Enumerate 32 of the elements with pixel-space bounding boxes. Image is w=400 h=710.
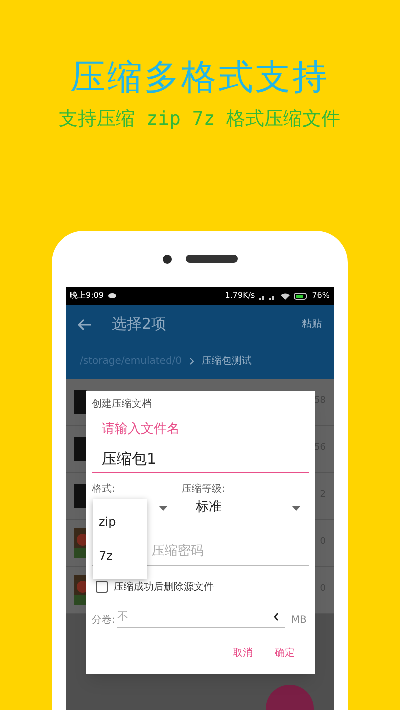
speaker-icon <box>186 255 238 263</box>
chevron-left-icon <box>274 612 280 621</box>
level-label: 压缩等级: <box>182 483 226 496</box>
headline: 压缩多格式支持 <box>70 57 330 100</box>
split-label: 分卷: <box>92 614 116 628</box>
delete-source-checkbox[interactable] <box>96 581 108 593</box>
camera-icon <box>162 254 172 264</box>
network-speed: 1.79K/s <box>225 290 256 302</box>
battery-level: 76% <box>312 290 330 302</box>
back-arrow-icon[interactable] <box>78 318 92 330</box>
subheadline: 支持压缩 zip 7z 格式压缩文件 <box>59 107 341 131</box>
dialog-button[interactable]: 取消 <box>233 646 253 661</box>
wifi-icon <box>281 292 290 300</box>
delete-source-label: 压缩成功后删除源文件 <box>114 580 214 594</box>
split-unit: MB <box>291 614 307 628</box>
dropdown-arrow-icon <box>159 506 168 510</box>
level-dropdown[interactable]: 标准 <box>182 498 309 518</box>
format-option[interactable]: zip <box>93 505 147 539</box>
chevron-right-icon <box>190 358 194 365</box>
format-label: 格式: <box>92 483 116 496</box>
dialog-title: 创建压缩文档 <box>92 398 153 412</box>
paste-action[interactable]: 粘贴 <box>302 317 322 332</box>
name-label: 请输入文件名 <box>102 421 181 439</box>
dropdown-arrow-icon <box>292 506 301 510</box>
breadcrumb-item[interactable]: 压缩包测试 <box>202 354 252 369</box>
split-field[interactable]: 不 <box>117 608 286 628</box>
battery-icon <box>294 292 308 300</box>
dialog-button[interactable]: 确定 <box>275 646 295 661</box>
cloud-icon <box>108 293 117 299</box>
status-time: 晚上9:09 <box>70 290 104 302</box>
app-bar-title: 选择2项 <box>112 314 168 336</box>
name-field[interactable]: 压缩包1 <box>92 448 309 473</box>
